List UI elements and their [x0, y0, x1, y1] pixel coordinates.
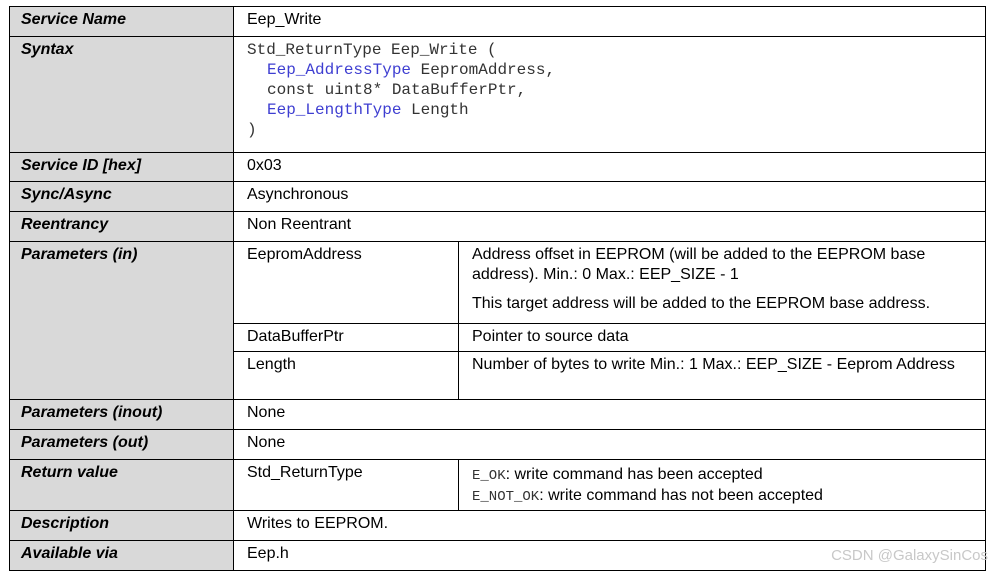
- row-reentrancy: Reentrancy Non Reentrant: [9, 211, 986, 242]
- syntax-param3-name: Length: [401, 101, 469, 119]
- syntax-param1-type: Eep_AddressType: [267, 61, 412, 79]
- label-params-out: Parameters (out): [9, 429, 234, 460]
- row-params-in-1: Parameters (in) EepromAddress Address of…: [9, 241, 986, 400]
- value-params-out: None: [233, 429, 986, 460]
- syntax-line-signature: Std_ReturnType Eep_Write (: [247, 41, 497, 59]
- syntax-line-param2: const uint8* DataBufferPtr,: [267, 81, 527, 99]
- return-notok-code: E_NOT_OK: [472, 489, 540, 505]
- row-return-value: Return value Std_ReturnType E_OK: write …: [9, 459, 986, 511]
- value-reentrancy: Non Reentrant: [233, 211, 986, 242]
- return-notok-line: E_NOT_OK: write command has not been acc…: [472, 486, 975, 507]
- value-service-name: Eep_Write: [233, 6, 986, 37]
- param-in-name: DataBufferPtr: [233, 323, 459, 352]
- row-service-name: Service Name Eep_Write: [9, 6, 986, 37]
- label-sync-async: Sync/Async: [9, 181, 234, 212]
- label-service-id: Service ID [hex]: [9, 152, 234, 182]
- value-description: Writes to EEPROM.: [233, 510, 986, 541]
- label-syntax: Syntax: [9, 36, 234, 153]
- param-in-name: EepromAddress: [233, 241, 459, 324]
- param-in-desc-text: Address offset in EEPROM (will be added …: [472, 246, 926, 283]
- service-spec-table: Service Name Eep_Write Syntax Std_Return…: [9, 6, 986, 571]
- return-ok-code: E_OK: [472, 468, 506, 484]
- return-ok-line: E_OK: write command has been accepted: [472, 465, 975, 486]
- row-service-id: Service ID [hex] 0x03: [9, 152, 986, 182]
- return-notok-text: : write command has not been accepted: [539, 487, 823, 504]
- param-in-desc-note: This target address will be added to the…: [472, 295, 931, 312]
- syntax-line-close: ): [247, 121, 257, 139]
- param-in-desc: Pointer to source data: [458, 323, 986, 352]
- row-params-inout: Parameters (inout) None: [9, 399, 986, 430]
- csdn-watermark: CSDN @GalaxySinCos: [831, 547, 988, 564]
- label-service-name: Service Name: [9, 6, 234, 37]
- label-params-in: Parameters (in): [9, 241, 234, 400]
- row-syntax: Syntax Std_ReturnType Eep_Write ( Eep_Ad…: [9, 36, 986, 153]
- syntax-line-param1: Eep_AddressType EepromAddress,: [247, 60, 985, 80]
- label-description: Description: [9, 510, 234, 541]
- syntax-line-param3: Eep_LengthType Length: [247, 100, 985, 120]
- syntax-param1-name: EepromAddress,: [411, 61, 556, 79]
- return-ok-text: : write command has been accepted: [505, 466, 763, 483]
- value-params-inout: None: [233, 399, 986, 430]
- syntax-param3-type: Eep_LengthType: [267, 101, 402, 119]
- row-description: Description Writes to EEPROM.: [9, 510, 986, 541]
- param-in-name: Length: [233, 351, 459, 400]
- label-return-value: Return value: [9, 459, 234, 511]
- row-params-out: Parameters (out) None: [9, 429, 986, 460]
- value-sync-async: Asynchronous: [233, 181, 986, 212]
- label-params-inout: Parameters (inout): [9, 399, 234, 430]
- row-sync-async: Sync/Async Asynchronous: [9, 181, 986, 212]
- value-service-id: 0x03: [233, 152, 986, 182]
- return-type: Std_ReturnType: [233, 459, 459, 511]
- param-in-desc: Address offset in EEPROM (will be added …: [458, 241, 986, 324]
- label-reentrancy: Reentrancy: [9, 211, 234, 242]
- return-desc: E_OK: write command has been accepted E_…: [458, 459, 986, 511]
- label-available-via: Available via: [9, 540, 234, 571]
- param-in-desc: Number of bytes to write Min.: 1 Max.: E…: [458, 351, 986, 400]
- value-syntax: Std_ReturnType Eep_Write ( Eep_AddressTy…: [233, 36, 986, 153]
